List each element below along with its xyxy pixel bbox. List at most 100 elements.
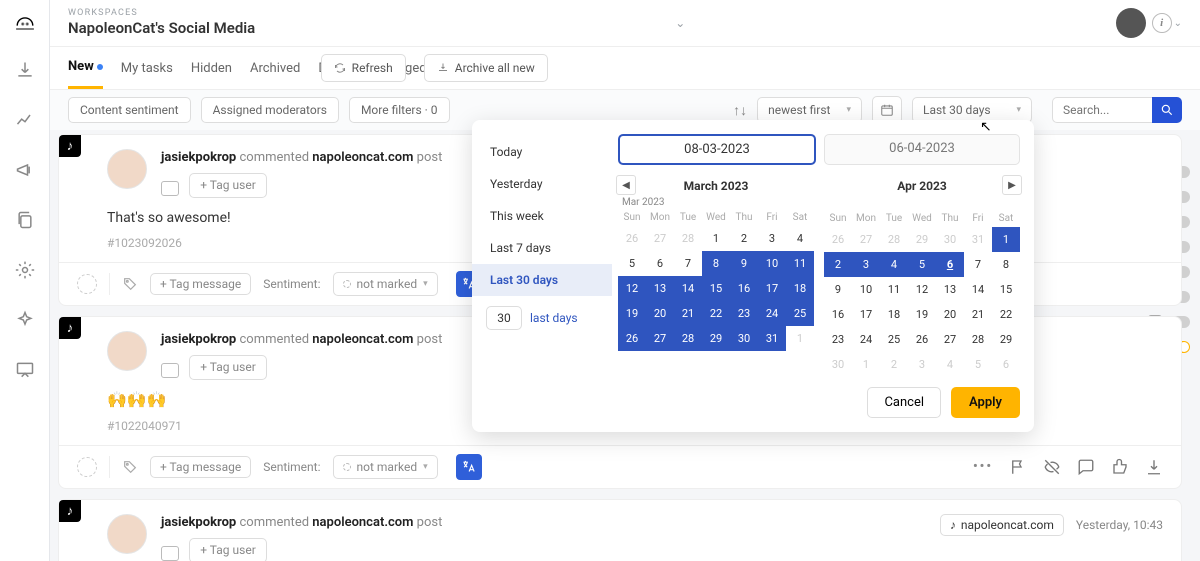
date-preset[interactable]: This week xyxy=(472,200,612,232)
translate-button[interactable] xyxy=(456,454,482,480)
author-avatar[interactable] xyxy=(107,149,147,189)
calendar-day[interactable]: 21 xyxy=(674,301,702,326)
search-button[interactable] xyxy=(1152,97,1182,123)
author-avatar[interactable] xyxy=(107,514,147,554)
more-icon[interactable]: ••• xyxy=(973,459,993,474)
megaphone-icon[interactable] xyxy=(15,160,35,184)
calendar-day[interactable]: 24 xyxy=(852,327,880,352)
date-preset[interactable]: Last 30 days xyxy=(472,264,612,296)
calendar-day[interactable]: 2 xyxy=(824,252,852,277)
analytics-icon[interactable] xyxy=(15,110,35,134)
presentation-icon[interactable] xyxy=(15,360,35,384)
custom-days-value[interactable]: 30 xyxy=(486,306,522,330)
calendar-day[interactable]: 3 xyxy=(758,226,786,251)
user-avatar[interactable] xyxy=(1116,8,1146,38)
calendar-day[interactable]: 29 xyxy=(992,327,1020,352)
refresh-button[interactable]: Refresh xyxy=(321,54,406,82)
date-preset[interactable]: Last 7 days xyxy=(472,232,612,264)
calendar-day[interactable]: 16 xyxy=(730,276,758,301)
tag-message-button[interactable]: + Tag message xyxy=(150,456,251,478)
target-profile[interactable]: napoleoncat.com xyxy=(312,150,413,165)
like-icon[interactable] xyxy=(1111,458,1129,476)
calendar-day[interactable]: 22 xyxy=(992,302,1020,327)
calendar-day[interactable]: 4 xyxy=(880,252,908,277)
tag-icon[interactable] xyxy=(122,276,138,292)
calendar-day[interactable]: 19 xyxy=(908,302,936,327)
calendar-day[interactable]: 18 xyxy=(880,302,908,327)
calendar-day[interactable]: 22 xyxy=(702,301,730,326)
calendar-day[interactable]: 18 xyxy=(786,276,814,301)
calendar-day[interactable]: 24 xyxy=(758,301,786,326)
download-icon[interactable] xyxy=(15,60,35,84)
hide-icon[interactable] xyxy=(1043,458,1061,476)
calendar-day[interactable]: 8 xyxy=(992,252,1020,277)
clipboard-icon[interactable] xyxy=(161,363,179,378)
calendar-day[interactable]: 23 xyxy=(730,301,758,326)
tab-new[interactable]: New xyxy=(68,47,103,89)
calendar-day[interactable]: 21 xyxy=(964,302,992,327)
calendar-day[interactable]: 12 xyxy=(618,276,646,301)
source-pill[interactable]: ♪napoleoncat.com xyxy=(940,514,1064,536)
calendar-day[interactable]: 26 xyxy=(908,327,936,352)
tab-hidden[interactable]: Hidden xyxy=(191,49,232,88)
prev-month-button[interactable]: ◀ xyxy=(616,175,636,195)
date-end-input[interactable]: 06-04-2023 xyxy=(824,134,1020,165)
clipboard-icon[interactable] xyxy=(161,181,179,196)
flag-icon[interactable] xyxy=(1009,458,1027,476)
calendar-day[interactable]: 7 xyxy=(964,252,992,277)
calendar-day[interactable]: 5 xyxy=(618,251,646,276)
calendar-day[interactable]: 14 xyxy=(674,276,702,301)
moderators-filter[interactable]: Assigned moderators xyxy=(201,97,339,123)
calendar-day[interactable]: 1 xyxy=(702,226,730,251)
calendar-day[interactable]: 12 xyxy=(908,277,936,302)
status-circle[interactable] xyxy=(77,274,97,294)
calendar-day[interactable]: 1 xyxy=(992,227,1020,252)
calendar-day[interactable]: 26 xyxy=(618,326,646,351)
calendar-day[interactable]: 28 xyxy=(964,327,992,352)
calendar-day[interactable]: 19 xyxy=(618,301,646,326)
calendar-day[interactable]: 13 xyxy=(646,276,674,301)
sort-icon[interactable]: ↑↓ xyxy=(733,102,747,119)
calendar-day[interactable]: 4 xyxy=(786,226,814,251)
calendar-day[interactable]: 31 xyxy=(758,326,786,351)
calendar-day[interactable]: 27 xyxy=(646,326,674,351)
calendar-day[interactable]: 16 xyxy=(824,302,852,327)
target-profile[interactable]: napoleoncat.com xyxy=(312,515,413,530)
download-icon[interactable] xyxy=(1145,458,1163,476)
author-name[interactable]: jasiekpokrop xyxy=(161,332,236,347)
calendar-day[interactable]: 7 xyxy=(674,251,702,276)
calendar-day[interactable]: 3 xyxy=(852,252,880,277)
calendar-day[interactable]: 11 xyxy=(786,251,814,276)
calendar-day[interactable]: 6 xyxy=(646,251,674,276)
tag-user-button[interactable]: + Tag user xyxy=(189,355,267,380)
calendar-day[interactable]: 9 xyxy=(730,251,758,276)
content-sentiment-filter[interactable]: Content sentiment xyxy=(68,97,191,123)
tag-user-button[interactable]: + Tag user xyxy=(189,173,267,198)
sentiment-select[interactable]: not marked ▾ xyxy=(333,272,438,296)
more-filters[interactable]: More filters · 0 xyxy=(349,97,450,123)
archive-all-button[interactable]: Archive all new xyxy=(424,54,548,82)
calendar-day[interactable]: 10 xyxy=(852,277,880,302)
calendar-day[interactable]: 23 xyxy=(824,327,852,352)
calendar-day[interactable]: 6 xyxy=(936,252,964,277)
target-profile[interactable]: napoleoncat.com xyxy=(312,332,413,347)
calendar-day[interactable]: 14 xyxy=(964,277,992,302)
calendar-day[interactable]: 20 xyxy=(936,302,964,327)
calendar-day[interactable]: 5 xyxy=(908,252,936,277)
calendar-day[interactable]: 25 xyxy=(880,327,908,352)
tag-message-button[interactable]: + Tag message xyxy=(150,273,251,295)
custom-days-input[interactable]: 30 last days xyxy=(486,306,598,330)
sparkle-icon[interactable] xyxy=(15,310,35,334)
calendar-day[interactable]: 13 xyxy=(936,277,964,302)
comment-icon[interactable] xyxy=(1077,458,1095,476)
tab-my-tasks[interactable]: My tasks xyxy=(121,49,173,88)
calendar-day[interactable]: 28 xyxy=(674,326,702,351)
chevron-down-icon[interactable]: ⌄ xyxy=(1174,18,1182,29)
tab-archived[interactable]: Archived xyxy=(250,49,300,88)
calendar-day[interactable]: 20 xyxy=(646,301,674,326)
calendar-day[interactable]: 2 xyxy=(730,226,758,251)
date-preset[interactable]: Yesterday xyxy=(472,168,612,200)
next-month-button[interactable]: ▶ xyxy=(1002,175,1022,195)
calendar-day[interactable]: 15 xyxy=(992,277,1020,302)
workspace-switcher[interactable]: WORKSPACES NapoleonCat's Social Media xyxy=(68,8,255,38)
